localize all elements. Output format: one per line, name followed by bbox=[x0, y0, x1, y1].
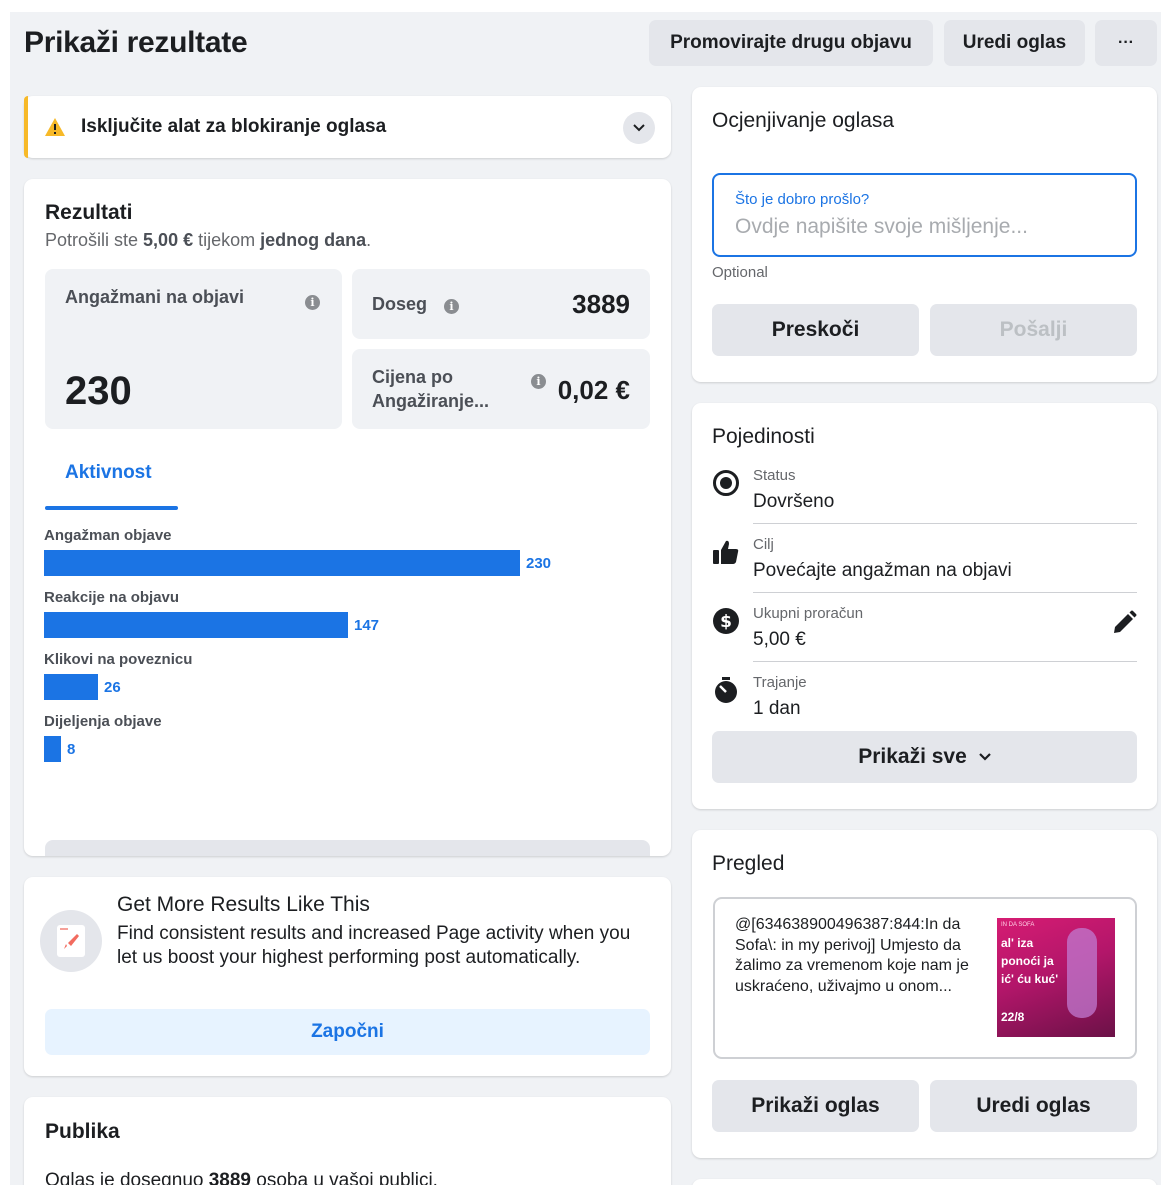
bar-label: Klikovi na poveznicu bbox=[44, 651, 193, 668]
post-text: @[634638900496387:844:In da Sofa\: in my… bbox=[735, 916, 969, 995]
promo-title: Get More Results Like This bbox=[117, 893, 370, 916]
bar-value: 147 bbox=[354, 617, 380, 634]
promote-other-post-button[interactable]: Promovirajte drugu objavu bbox=[649, 20, 933, 66]
detail-value: Povećajte angažman na objavi bbox=[753, 560, 1012, 581]
engagement-label: Angažmani na objavi bbox=[65, 287, 245, 307]
skip-button[interactable]: Preskoči bbox=[712, 304, 919, 356]
ad-rating-card: Ocjenjivanje oglasa Što je dobro prošlo?… bbox=[692, 87, 1157, 382]
tab-activity[interactable]: Aktivnost bbox=[65, 462, 152, 484]
send-button[interactable]: Pošalji bbox=[930, 304, 1137, 356]
results-card: Rezultati Potrošili ste 5,00 € tijekom j… bbox=[24, 179, 671, 856]
detail-value: 1 dan bbox=[753, 698, 801, 719]
thumbnail-headline: al' iza ponoći ja ić' ću kuć' bbox=[1001, 936, 1059, 986]
detail-row-status: Status Dovršeno bbox=[712, 455, 1137, 524]
reach-value: 3889 bbox=[572, 289, 630, 319]
thumbnail-caption: IN DA SOFA bbox=[1001, 922, 1035, 928]
feedback-input-label: Što je dobro prošlo? bbox=[735, 191, 870, 208]
stopwatch-icon bbox=[715, 677, 737, 703]
detail-row-budget: $ Ukupni proračun 5,00 € bbox=[712, 593, 1137, 662]
engagement-value: 230 bbox=[65, 369, 132, 413]
adblock-alert[interactable]: Isključite alat za blokiranje oglasa bbox=[24, 96, 671, 158]
info-icon[interactable]: i bbox=[444, 299, 459, 314]
bar-label: Angažman objave bbox=[44, 527, 172, 544]
thumbnail-figure bbox=[1067, 928, 1097, 1018]
bar-value: 8 bbox=[67, 741, 76, 758]
engagement-metric: Angažmani na objavi i 230 bbox=[45, 269, 342, 429]
preview-title: Pregled bbox=[712, 852, 785, 875]
page-title: Prikaži rezultate bbox=[24, 26, 248, 59]
tab-activity-indicator bbox=[45, 506, 178, 510]
bar bbox=[44, 612, 348, 638]
alert-expand-button[interactable] bbox=[623, 112, 655, 144]
preview-card: Pregled @[634638900496387:844:In da Sofa… bbox=[692, 830, 1157, 1158]
bar-label: Dijeljenja objave bbox=[44, 713, 162, 730]
next-card bbox=[692, 1179, 1157, 1185]
reach-metric: Doseg i 3889 bbox=[352, 269, 650, 339]
detail-value: Dovršeno bbox=[753, 491, 835, 512]
bar-label: Reakcije na objavu bbox=[44, 589, 180, 606]
bar-value: 26 bbox=[104, 679, 121, 696]
cost-metric: Cijena po Angažiranje... i 0,02 € bbox=[352, 349, 650, 429]
details-title: Pojedinosti bbox=[712, 425, 815, 448]
page: Prikaži rezultate Promovirajte drugu obj… bbox=[10, 12, 1161, 1185]
feedback-input-placeholder: Ovdje napišite svoje mišljenje... bbox=[735, 215, 1028, 238]
promo-body: Find consistent results and increased Pa… bbox=[117, 923, 631, 968]
rocket-icon bbox=[60, 928, 79, 949]
feedback-input[interactable]: Što je dobro prošlo? Ovdje napišite svoj… bbox=[712, 173, 1137, 257]
pencil-icon[interactable] bbox=[1111, 610, 1137, 636]
edit-ad-header-button[interactable]: Uredi oglas bbox=[944, 20, 1085, 66]
warning-icon bbox=[45, 118, 65, 136]
details-card: Pojedinosti Status Dovršeno Cilj Povećaj… bbox=[692, 403, 1157, 809]
chevron-down-icon bbox=[979, 753, 991, 761]
alert-accent bbox=[24, 96, 28, 158]
detail-label: Status bbox=[753, 467, 796, 484]
detail-row-duration: Trajanje 1 dan bbox=[712, 662, 1137, 728]
scroll-partial-button[interactable] bbox=[45, 840, 650, 856]
promo-card-graphic bbox=[57, 925, 85, 957]
audience-title: Publika bbox=[45, 1120, 120, 1143]
detail-label: Ukupni proračun bbox=[753, 605, 864, 622]
edit-ad-button[interactable]: Uredi oglas bbox=[930, 1080, 1137, 1132]
dollar-icon: $ bbox=[713, 608, 739, 634]
optional-label: Optional bbox=[712, 264, 768, 281]
thumbs-up-icon bbox=[713, 540, 739, 564]
bar bbox=[44, 550, 520, 576]
show-ad-button[interactable]: Prikaži oglas bbox=[712, 1080, 919, 1132]
thumbnail-date: 22/8 bbox=[1001, 1010, 1025, 1024]
info-icon[interactable]: i bbox=[531, 374, 546, 389]
audience-text: Oglas je dosegnuo 3889 osoba u vašoj pub… bbox=[45, 1170, 438, 1185]
start-button[interactable]: Započni bbox=[45, 1009, 650, 1055]
cost-label: Cijena po Angažiranje... bbox=[372, 367, 490, 411]
promo-avatar bbox=[40, 910, 102, 972]
reach-label: Doseg bbox=[372, 294, 428, 314]
post-thumbnail: IN DA SOFA al' iza ponoći ja ić' ću kuć'… bbox=[997, 918, 1115, 1037]
bar-value: 230 bbox=[526, 555, 552, 572]
show-all-button[interactable]: Prikaži sve bbox=[712, 731, 1137, 783]
bar bbox=[44, 736, 61, 762]
info-icon[interactable]: i bbox=[305, 295, 320, 310]
promo-card: Get More Results Like This Find consiste… bbox=[24, 877, 671, 1076]
results-title: Rezultati bbox=[45, 201, 133, 224]
audience-card: Publika Oglas je dosegnuo 3889 osoba u v… bbox=[24, 1097, 671, 1185]
results-summary: Potrošili ste 5,00 € tijekom jednog dana… bbox=[45, 230, 372, 250]
page-header: Prikaži rezultate Promovirajte drugu obj… bbox=[24, 12, 1161, 74]
ad-preview-box[interactable]: @[634638900496387:844:In da Sofa\: in my… bbox=[713, 897, 1137, 1059]
detail-label: Trajanje bbox=[753, 674, 807, 691]
detail-row-goal: Cilj Povećajte angažman na objavi bbox=[712, 524, 1137, 593]
svg-text:$: $ bbox=[720, 612, 732, 632]
cost-value: 0,02 € bbox=[557, 375, 630, 405]
detail-label: Cilj bbox=[753, 536, 774, 553]
bar bbox=[44, 674, 98, 700]
detail-value: 5,00 € bbox=[753, 629, 806, 650]
chevron-down-icon bbox=[633, 124, 645, 132]
status-icon bbox=[713, 470, 739, 496]
alert-text: Isključite alat za blokiranje oglasa bbox=[81, 116, 387, 137]
rating-title: Ocjenjivanje oglasa bbox=[712, 109, 895, 132]
more-options-button[interactable]: ··· bbox=[1095, 20, 1157, 66]
